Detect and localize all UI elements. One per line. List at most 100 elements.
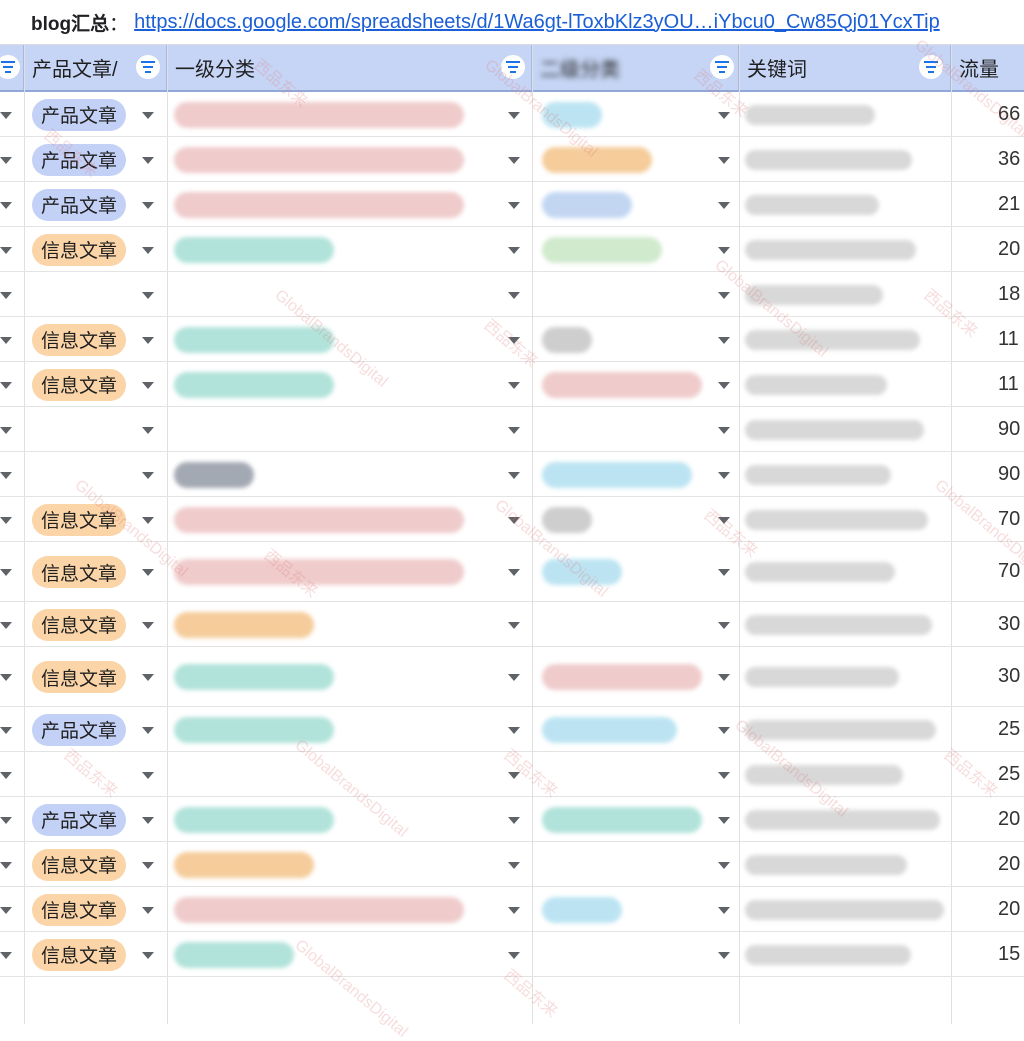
dropdown-caret-icon[interactable]	[718, 674, 730, 681]
dropdown-caret-icon[interactable]	[142, 906, 154, 914]
table-row[interactable]: 信息文章 11	[0, 362, 1024, 407]
article-type-chip[interactable]: 信息文章	[32, 503, 127, 536]
category-1-chip-redacted[interactable]	[174, 896, 464, 923]
dropdown-caret-icon[interactable]	[142, 569, 154, 576]
dropdown-caret-icon[interactable]	[508, 381, 520, 389]
dropdown-caret-icon[interactable]	[508, 951, 520, 959]
dropdown-caret-icon[interactable]	[508, 201, 520, 209]
dropdown-caret-icon[interactable]	[508, 426, 520, 434]
dropdown-caret-icon[interactable]	[508, 516, 520, 524]
dropdown-caret-icon[interactable]	[508, 674, 520, 681]
category-1-chip-redacted[interactable]	[174, 191, 464, 218]
table-row[interactable]: 信息文章 70	[0, 542, 1024, 602]
category-2-chip-redacted[interactable]	[542, 506, 592, 533]
category-1-chip-redacted[interactable]	[174, 146, 464, 173]
dropdown-caret-icon[interactable]	[142, 291, 154, 299]
filter-icon[interactable]	[919, 55, 943, 79]
dropdown-caret-icon[interactable]	[0, 951, 12, 959]
category-2-chip-redacted[interactable]	[542, 191, 632, 218]
table-row[interactable]: 产品文章 36	[0, 137, 1024, 182]
article-type-chip[interactable]: 信息文章	[32, 661, 127, 693]
table-row[interactable]: 信息文章 11	[0, 317, 1024, 362]
header-category-2[interactable]: 二级分类	[532, 45, 739, 90]
header-traffic[interactable]: 流量	[951, 45, 1024, 90]
dropdown-caret-icon[interactable]	[508, 336, 520, 344]
category-2-chip-redacted[interactable]	[542, 371, 702, 398]
table-row[interactable]: 产品文章 66	[0, 92, 1024, 137]
dropdown-caret-icon[interactable]	[142, 201, 154, 209]
category-1-chip-redacted[interactable]	[174, 371, 334, 398]
category-1-chip-redacted[interactable]	[174, 559, 464, 585]
table-row[interactable]: 信息文章 30	[0, 602, 1024, 647]
dropdown-caret-icon[interactable]	[0, 336, 12, 344]
dropdown-caret-icon[interactable]	[142, 621, 154, 629]
dropdown-caret-icon[interactable]	[718, 426, 730, 434]
dropdown-caret-icon[interactable]	[0, 426, 12, 434]
category-1-chip-redacted[interactable]	[174, 101, 464, 128]
dropdown-caret-icon[interactable]	[0, 111, 12, 119]
dropdown-caret-icon[interactable]	[718, 906, 730, 914]
dropdown-caret-icon[interactable]	[508, 771, 520, 779]
table-row[interactable]: 25	[0, 752, 1024, 797]
category-1-chip-redacted[interactable]	[174, 851, 314, 878]
dropdown-caret-icon[interactable]	[0, 861, 12, 869]
dropdown-caret-icon[interactable]	[142, 674, 154, 681]
dropdown-caret-icon[interactable]	[508, 861, 520, 869]
category-2-chip-redacted[interactable]	[542, 101, 602, 128]
category-2-chip-redacted[interactable]	[542, 716, 677, 743]
article-type-chip[interactable]: 产品文章	[32, 98, 127, 131]
dropdown-caret-icon[interactable]	[508, 471, 520, 479]
category-2-chip-redacted[interactable]	[542, 326, 592, 353]
dropdown-caret-icon[interactable]	[718, 771, 730, 779]
dropdown-caret-icon[interactable]	[508, 816, 520, 824]
dropdown-caret-icon[interactable]	[718, 201, 730, 209]
category-1-chip-redacted[interactable]	[174, 941, 294, 968]
category-1-chip-redacted[interactable]	[174, 236, 334, 263]
dropdown-caret-icon[interactable]	[142, 426, 154, 434]
dropdown-caret-icon[interactable]	[508, 246, 520, 254]
category-1-chip-redacted[interactable]	[174, 611, 314, 638]
dropdown-caret-icon[interactable]	[142, 156, 154, 164]
filter-icon[interactable]	[0, 55, 20, 79]
dropdown-caret-icon[interactable]	[142, 246, 154, 254]
dropdown-caret-icon[interactable]	[0, 771, 12, 779]
table-row[interactable]: 信息文章 20	[0, 227, 1024, 272]
dropdown-caret-icon[interactable]	[0, 621, 12, 629]
dropdown-caret-icon[interactable]	[142, 336, 154, 344]
table-row[interactable]: 18	[0, 272, 1024, 317]
table-row[interactable]: 产品文章 21	[0, 182, 1024, 227]
filter-icon[interactable]	[136, 55, 160, 79]
dropdown-caret-icon[interactable]	[142, 381, 154, 389]
dropdown-caret-icon[interactable]	[0, 816, 12, 824]
category-2-chip-redacted[interactable]	[542, 664, 702, 690]
dropdown-caret-icon[interactable]	[508, 621, 520, 629]
table-row[interactable]: 90	[0, 407, 1024, 452]
category-2-chip-redacted[interactable]	[542, 559, 622, 585]
dropdown-caret-icon[interactable]	[142, 816, 154, 824]
article-type-chip[interactable]: 信息文章	[32, 938, 127, 971]
dropdown-caret-icon[interactable]	[718, 291, 730, 299]
article-type-chip[interactable]: 产品文章	[32, 713, 127, 746]
dropdown-caret-icon[interactable]	[0, 516, 12, 524]
dropdown-caret-icon[interactable]	[508, 726, 520, 734]
table-row[interactable]: 90	[0, 452, 1024, 497]
dropdown-caret-icon[interactable]	[0, 246, 12, 254]
dropdown-caret-icon[interactable]	[718, 471, 730, 479]
dropdown-caret-icon[interactable]	[0, 726, 12, 734]
table-row[interactable]: 信息文章 70	[0, 497, 1024, 542]
dropdown-caret-icon[interactable]	[142, 726, 154, 734]
dropdown-caret-icon[interactable]	[0, 569, 12, 576]
dropdown-caret-icon[interactable]	[718, 569, 730, 576]
dropdown-caret-icon[interactable]	[0, 201, 12, 209]
dropdown-caret-icon[interactable]	[718, 516, 730, 524]
dropdown-caret-icon[interactable]	[718, 336, 730, 344]
dropdown-caret-icon[interactable]	[0, 381, 12, 389]
dropdown-caret-icon[interactable]	[0, 674, 12, 681]
header-category-1[interactable]: 一级分类	[167, 45, 532, 90]
article-type-chip[interactable]: 信息文章	[32, 893, 127, 926]
category-1-chip-redacted[interactable]	[174, 806, 334, 833]
category-1-chip-redacted[interactable]	[174, 326, 334, 353]
dropdown-caret-icon[interactable]	[508, 569, 520, 576]
category-2-chip-redacted[interactable]	[542, 461, 692, 488]
dropdown-caret-icon[interactable]	[718, 246, 730, 254]
